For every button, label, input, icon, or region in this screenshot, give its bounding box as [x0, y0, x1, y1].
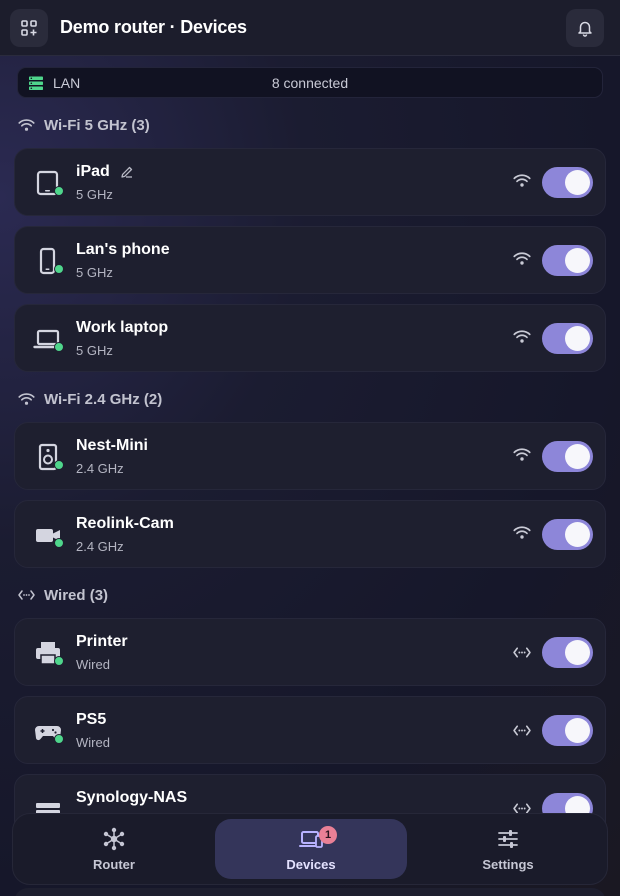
device-name-row: PS5	[76, 711, 106, 729]
device-name: Lan's phone	[76, 241, 170, 258]
device-toggle[interactable]	[542, 715, 593, 746]
device-card-lans-phone[interactable]: Lan's phone 5 GHz	[14, 226, 606, 294]
device-band: Wired	[76, 735, 110, 750]
device-band: 2.4 GHz	[76, 539, 124, 554]
online-indicator	[54, 342, 64, 352]
device-name: iPad	[76, 163, 110, 180]
page-title: Demo router · Devices	[60, 17, 247, 37]
device-card-nest-mini[interactable]: Nest-Mini 2.4 GHz	[14, 422, 606, 490]
section-title: Wi-Fi 5 GHz (3)	[44, 116, 150, 134]
network-icon	[103, 827, 125, 850]
ethernet-icon	[513, 647, 531, 658]
device-band: Wired	[76, 657, 110, 672]
device-band: 2.4 GHz	[76, 461, 124, 476]
nav-label: Router	[93, 856, 135, 872]
wifi-icon	[513, 252, 531, 265]
toggle-knob	[565, 522, 590, 547]
bottom-nav: Router Devices 1 Settings	[12, 813, 608, 885]
toggle-knob	[565, 248, 590, 273]
device-band: 5 GHz	[76, 343, 113, 358]
device-card-work-laptop[interactable]: Work laptop 5 GHz	[14, 304, 606, 372]
wifi-icon	[513, 330, 531, 343]
device-toggle[interactable]	[542, 323, 593, 354]
device-name-row: Synology-NAS	[76, 789, 187, 807]
device-toggle[interactable]	[542, 245, 593, 276]
device-name: Reolink-Cam	[76, 515, 174, 532]
device-name-row: Nest-Mini	[76, 437, 148, 455]
toggle-knob	[565, 640, 590, 665]
nav-label: Settings	[482, 856, 534, 872]
device-card-printer[interactable]: Printer Wired	[14, 618, 606, 686]
connected-count: 8 connected	[271, 75, 349, 91]
online-indicator	[54, 264, 64, 274]
lan-summary: LAN 8 connected	[17, 67, 603, 98]
section-title: Wired (3)	[44, 586, 109, 604]
online-indicator	[54, 186, 64, 196]
wifi-icon	[18, 119, 35, 131]
device-band: 5 GHz	[76, 265, 113, 280]
device-name: Nest-Mini	[76, 437, 148, 454]
device-name: Printer	[76, 633, 128, 650]
next-card-edge	[14, 888, 606, 896]
grid-plus-icon	[21, 20, 37, 36]
section-title: Wi-Fi 2.4 GHz (2)	[44, 390, 163, 408]
nav-devices[interactable]: Devices 1	[215, 819, 407, 879]
device-name: Work laptop	[76, 319, 169, 336]
online-indicator	[54, 656, 64, 666]
device-name: Synology-NAS	[76, 789, 188, 806]
section-wifi-5ghz: Wi-Fi 5 GHz (3)	[18, 115, 150, 135]
device-band: 5 GHz	[76, 187, 113, 202]
nav-label: Devices	[286, 856, 336, 872]
ethernet-icon	[513, 725, 531, 736]
device-name: PS5	[76, 711, 107, 728]
online-indicator	[54, 460, 64, 470]
device-toggle[interactable]	[542, 441, 593, 472]
device-toggle[interactable]	[542, 519, 593, 550]
toggle-knob	[565, 444, 590, 469]
wifi-icon	[513, 526, 531, 539]
online-indicator	[54, 734, 64, 744]
device-name-row: Printer	[76, 633, 128, 651]
wifi-icon	[513, 174, 531, 187]
nav-router[interactable]: Router	[18, 819, 210, 879]
wifi-icon	[18, 393, 35, 405]
notification-badge: 1	[319, 826, 337, 844]
device-name-row: Work laptop	[76, 319, 168, 337]
device-name-row: Reolink-Cam	[76, 515, 174, 533]
device-card-ipad[interactable]: iPad 5 GHz	[14, 148, 606, 216]
menu-button[interactable]	[10, 9, 48, 47]
section-wired: Wired (3)	[18, 585, 108, 605]
bell-icon	[578, 21, 592, 37]
app-header: Demo router · Devices	[0, 0, 620, 56]
device-toggle[interactable]	[542, 637, 593, 668]
device-toggle[interactable]	[542, 167, 593, 198]
online-indicator	[54, 538, 64, 548]
device-card-ps5[interactable]: PS5 Wired	[14, 696, 606, 764]
section-wifi-24ghz: Wi-Fi 2.4 GHz (2)	[18, 389, 162, 409]
device-card-reolink-cam[interactable]: Reolink-Cam 2.4 GHz	[14, 500, 606, 568]
toggle-knob	[565, 326, 590, 351]
toggle-knob	[565, 718, 590, 743]
nav-settings[interactable]: Settings	[412, 819, 604, 879]
edit-icon[interactable]	[120, 165, 134, 179]
notifications-button[interactable]	[566, 9, 604, 47]
device-name-row: iPad	[76, 163, 134, 181]
toggle-knob	[565, 170, 590, 195]
ethernet-icon	[18, 590, 35, 600]
wifi-icon	[513, 448, 531, 461]
sliders-icon	[498, 829, 518, 848]
device-name-row: Lan's phone	[76, 241, 170, 259]
